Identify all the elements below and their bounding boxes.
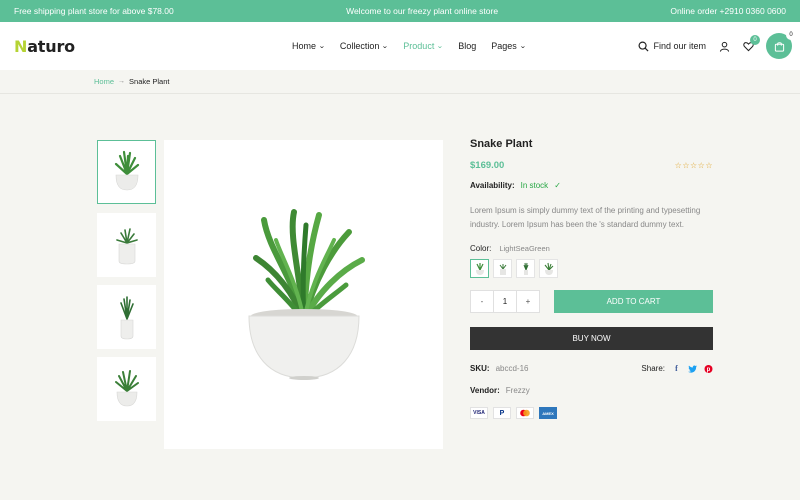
nav-blog-label: Blog	[458, 41, 477, 51]
site-header: Naturo Home ⌄ Collection ⌄ Product ⌄ Blo…	[0, 22, 800, 70]
rating-stars[interactable]: ☆☆☆☆☆	[675, 161, 713, 170]
nav-product[interactable]: Product ⌄	[403, 41, 443, 51]
color-swatch[interactable]	[493, 259, 512, 278]
vendor-value: Frezzy	[505, 386, 530, 395]
plant-image	[248, 209, 365, 380]
nav-collection-label: Collection	[339, 41, 380, 51]
thumbnail-3[interactable]	[97, 285, 156, 349]
add-to-cart-row: - 1 + ADD TO CART	[470, 290, 713, 313]
announcement-bar: Free shipping plant store for above $78.…	[0, 0, 800, 22]
price-row: $169.00 ☆☆☆☆☆	[470, 160, 713, 171]
add-to-cart-button[interactable]: ADD TO CART	[554, 290, 713, 313]
nav-pages-label: Pages	[491, 41, 517, 51]
plant-swatch-image	[475, 262, 484, 275]
breadcrumb-current: Snake Plant	[129, 77, 170, 86]
plant-thumbnail-image	[119, 296, 134, 340]
color-row: Color: LightSeaGreen	[470, 244, 713, 253]
account-button[interactable]	[718, 40, 730, 52]
shopping-bag-icon	[774, 41, 784, 52]
payment-methods: VISA P AMEX	[470, 407, 713, 419]
chevron-down-icon: ⌄	[318, 43, 326, 50]
decrease-quantity-button[interactable]: -	[471, 297, 493, 306]
mastercard-icon	[516, 407, 534, 419]
quantity-value[interactable]: 1	[493, 291, 517, 312]
plant-thumbnail-image	[114, 370, 139, 407]
star-icon: ☆	[689, 161, 698, 170]
paypal-icon: P	[493, 407, 511, 419]
nav-pages[interactable]: Pages ⌄	[491, 41, 527, 51]
phone-number: Online order +2910 0360 0600	[670, 6, 786, 16]
availability: Availability: In stock ✓	[470, 181, 713, 190]
shipping-notice: Free shipping plant store for above $78.…	[14, 6, 174, 16]
search-icon	[638, 41, 649, 52]
visa-icon: VISA	[470, 407, 488, 419]
color-swatches	[470, 259, 713, 278]
search-label: Find our item	[653, 41, 706, 51]
share-label: Share:	[641, 364, 665, 373]
cart-button[interactable]: 0	[766, 30, 796, 59]
nav-product-label: Product	[403, 41, 435, 51]
search-button[interactable]: Find our item	[638, 41, 706, 52]
increase-quantity-button[interactable]: +	[517, 297, 539, 306]
nav-collection[interactable]: Collection ⌄	[339, 41, 389, 51]
color-swatch[interactable]	[539, 259, 558, 278]
welcome-message: Welcome to our freezy plant online store	[346, 6, 499, 16]
buy-now-button[interactable]: BUY NOW	[470, 327, 713, 350]
chevron-down-icon: ⌄	[519, 43, 527, 50]
svg-text:p: p	[707, 367, 711, 373]
vendor-label: Vendor:	[470, 386, 500, 395]
twitter-icon[interactable]	[688, 364, 697, 373]
thumbnail-4[interactable]	[97, 357, 156, 421]
nav-home-label: Home	[292, 41, 317, 51]
arrow-right-icon: →	[118, 78, 126, 85]
plant-thumbnail-image	[114, 150, 139, 191]
thumbnail-1[interactable]	[97, 140, 156, 204]
availability-value: In stock	[520, 181, 549, 190]
sku: SKU: abccd-16	[470, 364, 528, 373]
pinterest-icon[interactable]: p	[704, 364, 713, 373]
color-label: Color:	[470, 244, 492, 253]
sku-label: SKU:	[470, 364, 490, 373]
vendor: Vendor: Frezzy	[470, 386, 713, 395]
color-swatch[interactable]	[516, 259, 535, 278]
wishlist-button[interactable]: 0	[742, 35, 760, 52]
color-swatch[interactable]	[470, 259, 489, 278]
product-description: Lorem Ipsum is simply dummy text of the …	[470, 206, 701, 229]
product-price: $169.00	[470, 160, 505, 171]
quantity-stepper: - 1 +	[470, 290, 540, 313]
cart-count-badge: 0	[786, 30, 796, 40]
breadcrumb-home[interactable]: Home	[94, 77, 114, 86]
thumbnail-2[interactable]	[97, 213, 156, 277]
plant-swatch-image	[523, 262, 528, 275]
sku-value: abccd-16	[495, 364, 529, 373]
main-nav: Home ⌄ Collection ⌄ Product ⌄ Blog Pages…	[292, 22, 526, 70]
logo[interactable]: Naturo	[14, 37, 75, 56]
breadcrumb: Home → Snake Plant	[94, 77, 169, 86]
chevron-down-icon: ⌄	[381, 43, 389, 50]
wishlist-count-badge: 0	[750, 35, 760, 45]
plant-thumbnail-image	[115, 228, 138, 265]
product-info: Snake Plant $169.00 ☆☆☆☆☆ Availability: …	[470, 138, 713, 419]
nav-blog[interactable]: Blog	[458, 41, 476, 51]
logo-text: aturo	[27, 36, 75, 56]
availability-label: Availability:	[470, 181, 515, 190]
divider	[0, 93, 800, 94]
star-icon: ☆	[705, 161, 713, 170]
product-title: Snake Plant	[470, 138, 533, 150]
chevron-down-icon: ⌄	[436, 43, 444, 50]
facebook-icon[interactable]: f	[672, 364, 681, 373]
share: Share: f p	[641, 364, 713, 373]
sku-share-row: SKU: abccd-16 Share: f p	[470, 364, 713, 373]
plant-swatch-image	[499, 263, 506, 275]
nav-home[interactable]: Home ⌄	[292, 41, 325, 51]
user-icon	[719, 41, 729, 52]
check-icon: ✓	[554, 181, 561, 190]
amex-icon: AMEX	[539, 407, 557, 419]
main-product-image[interactable]	[164, 140, 443, 449]
header-tools: Find our item 0 0	[638, 22, 796, 70]
star-icon: ☆	[682, 161, 690, 170]
plant-swatch-image	[544, 262, 553, 275]
logo-initial: N	[14, 36, 28, 56]
color-value: LightSeaGreen	[499, 244, 550, 253]
